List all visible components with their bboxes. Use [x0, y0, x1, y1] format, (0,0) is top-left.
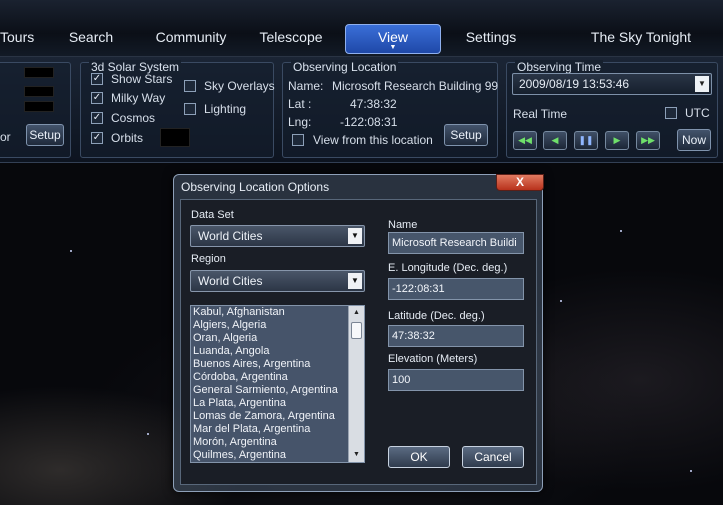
cosmos-checkbox[interactable]: ✓: [91, 112, 103, 124]
tab-view-label: View: [377, 29, 409, 45]
location-lng-value: -122:08:31: [340, 115, 398, 129]
location-name-label: Name:: [288, 79, 324, 93]
region-dropdown[interactable]: World Cities ▼: [190, 270, 365, 292]
location-name-value: Microsoft Research Building 99: [332, 79, 499, 93]
longitude-label: E. Longitude (Dec. deg.): [388, 262, 508, 274]
star: [620, 230, 622, 232]
close-icon[interactable]: X: [496, 174, 544, 191]
tab-view[interactable]: View ▼: [345, 24, 441, 54]
color-swatch[interactable]: [24, 67, 54, 78]
fast-rewind-icon[interactable]: ◀◀: [513, 131, 537, 150]
observing-location-title: Observing Location: [291, 60, 399, 74]
name-label: Name: [388, 219, 418, 231]
lighting-label: Lighting: [204, 102, 247, 116]
location-lat-value: 47:38:32: [350, 97, 397, 111]
location-lat-label: Lat :: [288, 97, 312, 111]
star: [147, 433, 149, 435]
list-item[interactable]: Mar del Plata, Argentina: [191, 423, 364, 436]
rewind-icon[interactable]: ◀: [543, 131, 567, 150]
color-swatch[interactable]: [24, 101, 54, 112]
show-stars-checkbox[interactable]: ✓: [91, 73, 103, 85]
orbits-label: Orbits: [111, 131, 144, 145]
tab-settings[interactable]: Settings: [460, 26, 522, 48]
orbits-checkbox[interactable]: ✓: [91, 132, 103, 144]
list-item[interactable]: Algiers, Algeria: [191, 319, 364, 332]
show-stars-label: Show Stars: [111, 72, 173, 86]
list-item[interactable]: La Plata, Argentina: [191, 397, 364, 410]
tab-sky-tonight[interactable]: The Sky Tonight: [588, 26, 694, 48]
view-from-location-label: View from this location: [313, 133, 433, 147]
partial-label: or: [0, 130, 11, 144]
tab-search[interactable]: Search: [64, 26, 118, 48]
region-label: Region: [191, 253, 226, 265]
scroll-down-icon[interactable]: ▼: [349, 448, 364, 462]
list-item[interactable]: Buenos Aires, Argentina: [191, 358, 364, 371]
tab-community[interactable]: Community: [152, 26, 230, 48]
sky-overlays-checkbox[interactable]: [184, 80, 196, 92]
view-from-location-checkbox[interactable]: [292, 134, 304, 146]
pause-icon[interactable]: ❚❚: [574, 131, 598, 150]
elevation-field[interactable]: 100: [388, 369, 524, 391]
chevron-down-icon[interactable]: ▼: [348, 273, 362, 289]
observing-time-title: Observing Time: [515, 60, 604, 74]
utc-label: UTC: [685, 106, 710, 120]
name-field[interactable]: Microsoft Research Buildi: [388, 232, 524, 254]
milky-way-label: Milky Way: [111, 91, 166, 105]
longitude-field[interactable]: -122:08:31: [388, 278, 524, 300]
latitude-label: Latitude (Dec. deg.): [388, 310, 485, 322]
chevron-down-icon: ▼: [389, 44, 397, 51]
list-item[interactable]: Córdoba, Argentina: [191, 371, 364, 384]
scroll-thumb[interactable]: [351, 322, 362, 339]
star: [690, 470, 692, 472]
setup-button-left[interactable]: Setup: [26, 124, 64, 146]
data-set-dropdown[interactable]: World Cities ▼: [190, 225, 365, 247]
ok-button[interactable]: OK: [388, 446, 450, 468]
data-set-value: World Cities: [198, 229, 263, 243]
list-item[interactable]: Kabul, Afghanistan: [191, 306, 364, 319]
cancel-button[interactable]: Cancel: [462, 446, 524, 468]
dialog-title: Observing Location Options: [181, 180, 330, 194]
fast-forward-icon[interactable]: ▶▶: [636, 131, 660, 150]
observing-datetime-field[interactable]: 2009/08/19 13:53:46 ▼: [512, 73, 712, 95]
tab-tours[interactable]: Tours: [0, 26, 34, 48]
star: [560, 300, 562, 302]
forward-icon[interactable]: ▶: [605, 131, 629, 150]
list-item[interactable]: Lomas de Zamora, Argentina: [191, 410, 364, 423]
star: [70, 250, 72, 252]
latitude-field[interactable]: 47:38:32: [388, 325, 524, 347]
utc-checkbox[interactable]: [665, 107, 677, 119]
list-item[interactable]: General Sarmiento, Argentina: [191, 384, 364, 397]
list-item[interactable]: Quilmes, Argentina: [191, 449, 364, 462]
sky-overlays-label: Sky Overlays: [204, 79, 275, 93]
region-value: World Cities: [198, 274, 263, 288]
observing-datetime-value: 2009/08/19 13:53:46: [519, 77, 630, 91]
tab-telescope[interactable]: Telescope: [255, 26, 327, 48]
list-item[interactable]: Oran, Algeria: [191, 332, 364, 345]
lighting-checkbox[interactable]: [184, 103, 196, 115]
data-set-label: Data Set: [191, 209, 234, 221]
color-swatch[interactable]: [24, 86, 54, 97]
chevron-down-icon[interactable]: ▼: [695, 76, 709, 92]
scroll-up-icon[interactable]: ▲: [349, 306, 364, 320]
city-list-scrollbar[interactable]: ▲ ▼: [348, 306, 364, 462]
real-time-label: Real Time: [513, 107, 568, 121]
city-list[interactable]: Kabul, Afghanistan Algiers, Algeria Oran…: [190, 305, 365, 463]
chevron-down-icon[interactable]: ▼: [348, 228, 362, 244]
list-item[interactable]: Morón, Argentina: [191, 436, 364, 449]
main-tab-bar: Tours Search Community Telescope View ▼ …: [0, 0, 723, 57]
location-lng-label: Lng:: [288, 115, 312, 129]
location-setup-button[interactable]: Setup: [444, 124, 488, 146]
list-item[interactable]: Luanda, Angola: [191, 345, 364, 358]
elevation-label: Elevation (Meters): [388, 353, 478, 365]
now-button[interactable]: Now: [677, 129, 711, 151]
cosmos-label: Cosmos: [111, 111, 156, 125]
milky-way-checkbox[interactable]: ✓: [91, 92, 103, 104]
orbits-color-swatch[interactable]: [160, 128, 190, 147]
